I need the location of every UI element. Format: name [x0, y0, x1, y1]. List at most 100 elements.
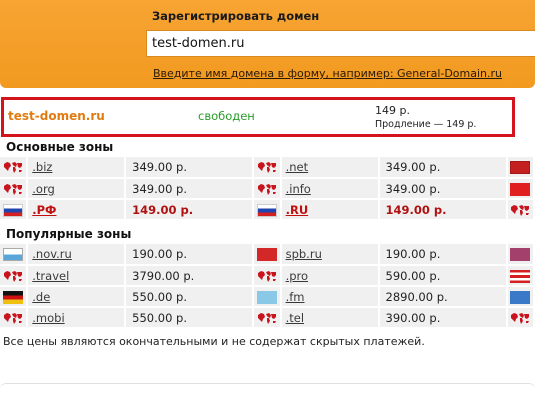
world-map-icon — [257, 183, 277, 196]
zone-flag-cell — [0, 286, 29, 308]
flag-pr-icon — [510, 269, 531, 283]
zone-name-cell: .mobi — [27, 307, 127, 329]
zone-flag-cell — [253, 265, 282, 287]
zone-flag-cell — [506, 157, 535, 179]
zone-flag-cell — [0, 307, 29, 329]
zone-row: .mobi 550.00 р. .tel 390.00 р. — [0, 307, 535, 329]
zone-name-cell: .pro — [280, 265, 380, 287]
popular-zones-title: Популярные зоны — [6, 227, 132, 241]
flag-me-icon — [510, 161, 531, 174]
zone-flag-cell — [0, 199, 29, 221]
zone-price: 390.00 р. — [378, 307, 508, 329]
zone-flag-cell — [253, 199, 282, 221]
zone-link[interactable]: .pro — [286, 269, 308, 283]
zone-link[interactable]: .nov.ru — [32, 247, 72, 261]
zone-link[interactable]: .de — [32, 290, 50, 304]
zone-link[interactable]: .net — [286, 160, 309, 174]
flag-spb-icon — [256, 248, 277, 261]
zone-flag-cell — [0, 265, 29, 287]
zone-link[interactable]: .fm — [286, 290, 305, 304]
zone-flag-cell — [253, 307, 282, 329]
zone-link[interactable]: .tel — [286, 311, 304, 325]
world-map-icon — [510, 204, 530, 217]
zone-row: .nov.ru 190.00 р. spb.ru 190.00 р. — [0, 244, 535, 266]
world-map-icon — [510, 312, 530, 325]
zone-flag-cell — [506, 307, 535, 329]
world-map-icon — [257, 270, 277, 283]
zone-name-cell: .РФ — [27, 199, 127, 221]
zone-price: 349.00 р. — [378, 157, 508, 179]
register-domain-header: Зарегистрировать домен Введите имя домен… — [0, 0, 535, 88]
zone-link[interactable]: .РФ — [32, 203, 56, 217]
domain-input[interactable] — [146, 30, 535, 57]
main-zones-title: Основные зоны — [6, 140, 114, 154]
zone-link[interactable]: .RU — [286, 203, 309, 217]
world-map-icon — [3, 312, 23, 325]
header-title: Зарегистрировать домен — [152, 9, 320, 23]
zone-name-cell: .biz — [27, 157, 127, 179]
result-status: свободен — [198, 109, 255, 123]
zone-price: 349.00 р. — [125, 178, 255, 200]
zone-link[interactable]: .travel — [32, 269, 69, 283]
zone-name-cell: .de — [27, 286, 127, 308]
zone-row: .biz 349.00 р. .net 349.00 р. — [0, 157, 535, 179]
zone-flag-cell — [506, 199, 535, 221]
zone-link[interactable]: .info — [286, 182, 311, 196]
zone-name-cell: spb.ru — [280, 244, 380, 266]
flag-fm-icon — [256, 290, 277, 304]
zone-flag-cell — [506, 286, 535, 308]
zone-link[interactable]: spb.ru — [286, 247, 322, 261]
world-map-icon — [257, 161, 277, 174]
zone-link[interactable]: .mobi — [32, 311, 64, 325]
zone-price: 590.00 р. — [378, 265, 508, 287]
flag-mm-icon — [510, 248, 531, 261]
zone-flag-cell — [253, 157, 282, 179]
domain-check-result: test-domen.ru свободен 149 р. Продление … — [1, 97, 515, 137]
result-renewal-price: Продление — 149 р. — [375, 119, 477, 130]
zone-name-cell: .nov.ru — [27, 244, 127, 266]
result-domain-name: test-domen.ru — [8, 109, 105, 123]
zone-row: .travel 3790.00 р. .pro 590.00 р. — [0, 265, 535, 287]
flag-ru-icon — [256, 203, 277, 217]
world-map-icon — [257, 312, 277, 325]
flag-de-icon — [3, 290, 24, 304]
zone-price: 2890.00 р. — [378, 286, 508, 308]
zone-flag-cell — [0, 157, 29, 179]
zone-flag-cell — [253, 286, 282, 308]
world-map-icon — [3, 161, 23, 174]
zone-name-cell: .fm — [280, 286, 380, 308]
zone-flag-cell — [253, 178, 282, 200]
zone-name-cell: .travel — [27, 265, 127, 287]
zone-row: .de 550.00 р. .fm 2890.00 р. — [0, 286, 535, 308]
zone-price: 149.00 р. — [125, 199, 255, 221]
flag-tv-icon — [510, 290, 531, 304]
zone-price: 3790.00 р. — [125, 265, 255, 287]
zone-row: .РФ 149.00 р. .RU 149.00 р. — [0, 199, 535, 221]
zone-price: 349.00 р. — [125, 157, 255, 179]
prices-footnote: Все цены являются окончательными и не со… — [3, 335, 425, 348]
main-zones-table: .biz 349.00 р. .net 349.00 р. .org 349.00 р..… — [0, 157, 535, 221]
zone-name-cell: .info — [280, 178, 380, 200]
zone-link[interactable]: .org — [32, 182, 55, 196]
domain-example-hint-link[interactable]: Введите имя домена в форму, например: Ge… — [153, 67, 502, 80]
flag-sm-icon — [3, 248, 24, 261]
zone-flag-cell — [506, 244, 535, 266]
result-price: 149 р. — [375, 104, 410, 117]
zone-price: 190.00 р. — [125, 244, 255, 266]
zone-price: 550.00 р. — [125, 286, 255, 308]
zone-price: 190.00 р. — [378, 244, 508, 266]
zone-flag-cell — [0, 178, 29, 200]
zone-flag-cell — [0, 244, 29, 266]
zone-price: 349.00 р. — [378, 178, 508, 200]
world-map-icon — [3, 183, 23, 196]
zone-name-cell: .RU — [280, 199, 380, 221]
zone-name-cell: .org — [27, 178, 127, 200]
zone-price: 149.00 р. — [378, 199, 508, 221]
zone-flag-cell — [253, 244, 282, 266]
zone-name-cell: .tel — [280, 307, 380, 329]
bottom-panel-edge — [0, 383, 535, 401]
flag-cn-icon — [510, 182, 531, 196]
zone-link[interactable]: .biz — [32, 160, 52, 174]
zone-flag-cell — [506, 178, 535, 200]
popular-zones-table: .nov.ru 190.00 р. spb.ru 190.00 р. .travel 37… — [0, 244, 535, 329]
